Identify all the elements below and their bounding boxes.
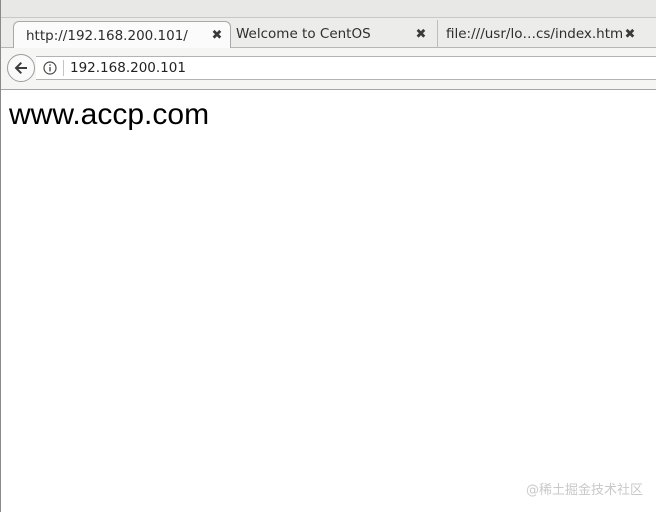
url-input[interactable]: 192.168.200.101 bbox=[70, 60, 186, 76]
page-heading: www.accp.com bbox=[9, 98, 210, 131]
back-button[interactable] bbox=[7, 54, 35, 82]
tab-file-index-html[interactable]: file:///usr/lo…cs/index.html ✖ bbox=[437, 20, 643, 48]
url-bar[interactable]: 192.168.200.101 bbox=[36, 56, 656, 80]
tab-welcome-to-centos[interactable]: Welcome to CentOS ✖ bbox=[234, 20, 434, 48]
tab-http-192-168-200-101[interactable]: http://192.168.200.101/ ✖ bbox=[13, 21, 231, 49]
watermark: @稀土掘金技术社区 bbox=[525, 483, 643, 498]
close-icon[interactable]: ✖ bbox=[414, 27, 428, 42]
url-separator bbox=[63, 60, 64, 76]
window-titlebar bbox=[1, 0, 656, 18]
navigation-toolbar: 192.168.200.101 bbox=[1, 48, 656, 90]
back-arrow-icon bbox=[14, 62, 27, 74]
tab-label: Welcome to CentOS bbox=[236, 26, 371, 42]
tab-label: file:///usr/lo…cs/index.html bbox=[446, 26, 623, 42]
tab-label: http://192.168.200.101/ bbox=[26, 27, 188, 44]
browser-window: http://192.168.200.101/ ✖ Welcome to Cen… bbox=[0, 0, 656, 512]
page-content: www.accp.com @稀土掘金技术社区 bbox=[1, 90, 656, 512]
info-icon[interactable] bbox=[43, 61, 57, 75]
tab-strip: http://192.168.200.101/ ✖ Welcome to Cen… bbox=[1, 18, 656, 49]
close-icon[interactable]: ✖ bbox=[210, 28, 224, 43]
close-icon[interactable]: ✖ bbox=[623, 27, 637, 42]
